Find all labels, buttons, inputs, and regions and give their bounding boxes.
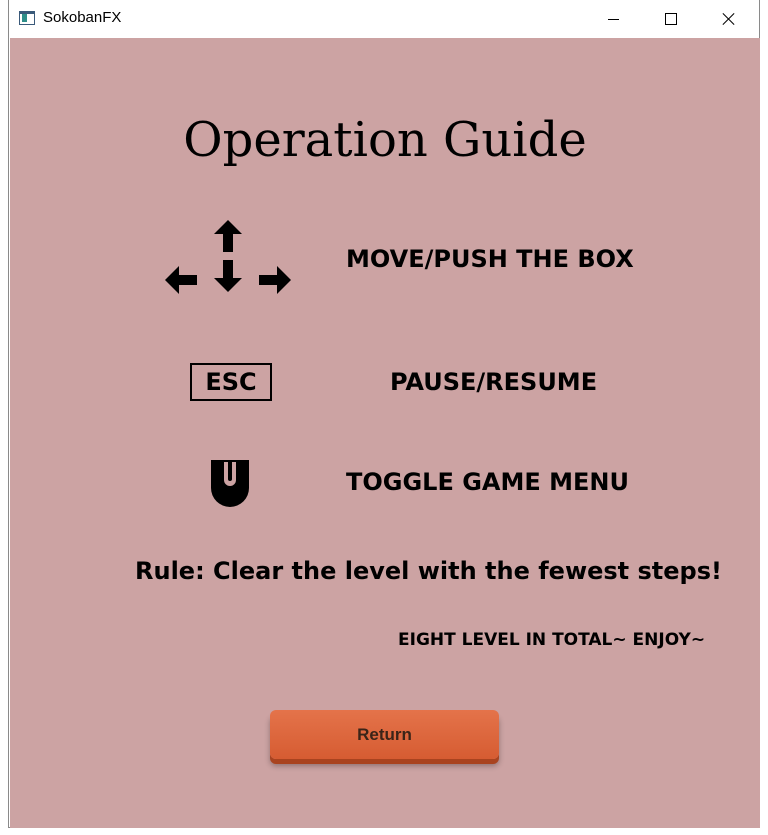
pause-label: PAUSE/RESUME — [390, 368, 598, 396]
close-button[interactable] — [700, 0, 758, 38]
maximize-button[interactable] — [642, 0, 700, 38]
window-title: SokobanFX — [43, 9, 122, 26]
maximize-icon — [665, 13, 677, 25]
menu-label: TOGGLE GAME MENU — [346, 468, 629, 496]
arrow-keys-icon — [165, 220, 291, 294]
return-button[interactable]: Return — [270, 710, 499, 759]
window-app-icon — [19, 11, 35, 25]
page-title: Operation Guide — [183, 112, 587, 168]
guide-panel: Operation Guide MOVE/PUSH THE BOX ESC PA… — [10, 38, 760, 828]
close-icon — [722, 12, 736, 26]
rule-text: Rule: Clear the level with the fewest st… — [135, 557, 722, 585]
level-count-note: EIGHT LEVEL IN TOTAL~ ENJOY~ — [398, 630, 706, 650]
app-window: SokobanFX Operation Guide MOVE/PUSH THE … — [8, 0, 760, 828]
move-label: MOVE/PUSH THE BOX — [346, 245, 634, 273]
minimize-button[interactable] — [584, 0, 642, 38]
mouse-right-click-icon — [211, 460, 249, 507]
esc-key-icon: ESC — [190, 363, 272, 401]
title-bar[interactable]: SokobanFX — [9, 0, 759, 38]
minimize-icon — [607, 18, 619, 20]
